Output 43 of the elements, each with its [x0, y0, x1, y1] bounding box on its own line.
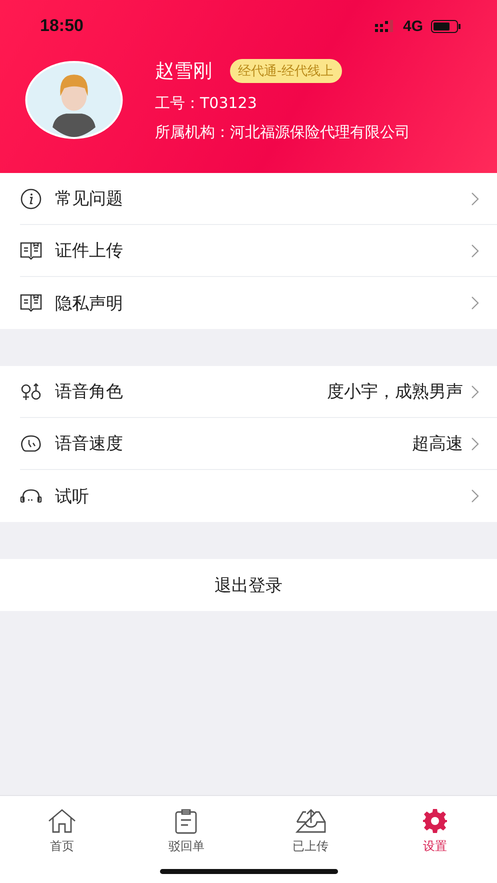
speed-icon [20, 434, 42, 454]
settings-row[interactable]: 语音角色 度小宇，成熟男声 [20, 366, 497, 418]
info-icon [20, 188, 42, 210]
chevron-icon [471, 192, 479, 206]
settings-row[interactable]: 常见问题 [20, 173, 497, 225]
network-type: 4G [402, 18, 423, 34]
chevron-icon [471, 384, 479, 398]
book-icon [20, 240, 42, 260]
organization: 所属机构：河北福源保险代理有限公司 [155, 123, 410, 142]
tab-item[interactable]: 设置 [372, 808, 497, 855]
chevron-icon [471, 436, 479, 450]
headphones-icon [20, 488, 42, 504]
chevron-icon [471, 296, 479, 310]
user-name: 赵雪刚 [155, 59, 212, 84]
book-icon [20, 293, 42, 313]
gender-icon [20, 382, 42, 402]
settings-icon [422, 808, 448, 834]
home-icon [47, 808, 78, 834]
settings-row[interactable]: 试听 [20, 470, 497, 522]
row-label: 常见问题 [55, 188, 124, 210]
row-label: 试听 [55, 486, 90, 508]
row-value: 度小宇，成熟男声 [327, 381, 463, 403]
row-value: 超高速 [412, 433, 463, 455]
role-badge: 经代通-经代线上 [230, 59, 342, 83]
signal-icon [374, 20, 395, 32]
chevron-icon [471, 489, 479, 503]
upload-tray-icon [294, 808, 327, 834]
status-time: 18:50 [40, 16, 84, 36]
tab-item[interactable]: 驳回单 [124, 808, 248, 855]
logout-button[interactable]: 退出登录 [0, 559, 497, 611]
battery-icon [431, 20, 461, 32]
settings-row[interactable]: 隐私声明 [20, 277, 497, 329]
tab-item[interactable]: 首页 [0, 808, 124, 855]
tab-item[interactable]: 已上传 [248, 808, 373, 855]
clipboard-icon [174, 808, 198, 834]
chevron-icon [471, 244, 479, 258]
row-label: 语音角色 [55, 381, 124, 403]
settings-row[interactable]: 证件上传 [20, 225, 497, 277]
row-label: 隐私声明 [55, 292, 124, 314]
settings-row[interactable]: 语音速度 超高速 [20, 418, 497, 470]
row-label: 语音速度 [55, 433, 124, 455]
employee-id: 工号：T03123 [155, 94, 258, 113]
row-label: 证件上传 [55, 240, 124, 262]
